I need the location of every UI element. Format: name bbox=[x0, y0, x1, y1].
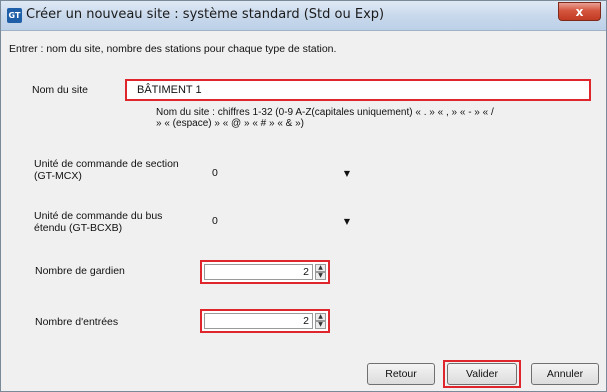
spin-up-icon[interactable]: ▲ bbox=[315, 313, 326, 321]
validate-button[interactable]: Valider bbox=[447, 363, 517, 385]
site-name-hint-line2: » « (espace) » « @ » « # » « & ») bbox=[156, 118, 305, 129]
section-unit-value: 0 bbox=[212, 167, 218, 179]
spin-down-icon[interactable]: ▼ bbox=[315, 272, 326, 280]
section-unit-select[interactable]: 0 ▼ bbox=[206, 163, 356, 183]
guards-spinbox: 2 ▲ ▼ bbox=[200, 260, 330, 284]
site-name-hint: Nom du site : chiffres 1-32 (0-9 A-Z(cap… bbox=[156, 107, 494, 129]
site-name-label: Nom du site bbox=[32, 84, 89, 96]
spin-down-icon[interactable]: ▼ bbox=[315, 321, 326, 329]
spin-up-icon[interactable]: ▲ bbox=[315, 264, 326, 272]
chevron-down-icon: ▼ bbox=[343, 169, 350, 178]
bus-unit-label-line1: Unité de commande du bus bbox=[34, 210, 163, 222]
site-name-hint-line1: Nom du site : chiffres 1-32 (0-9 A-Z(cap… bbox=[156, 107, 494, 118]
chevron-down-icon: ▼ bbox=[343, 217, 350, 226]
cancel-button[interactable]: Annuler bbox=[531, 363, 599, 385]
entrances-input[interactable]: 2 bbox=[204, 313, 313, 329]
instruction-text: Entrer : nom du site, nombre des station… bbox=[9, 43, 337, 55]
back-button[interactable]: Retour bbox=[367, 363, 435, 385]
window-title: Créer un nouveau site : système standard… bbox=[26, 7, 385, 22]
section-unit-label-line2: (GT-MCX) bbox=[34, 170, 82, 182]
guards-input[interactable]: 2 bbox=[204, 264, 313, 280]
entrances-label: Nombre d'entrées bbox=[35, 316, 119, 328]
bus-unit-label-line2: étendu (GT-BCXB) bbox=[34, 222, 123, 234]
bus-unit-label: Unité de commande du bus étendu (GT-BCXB… bbox=[34, 210, 162, 234]
close-button[interactable]: x bbox=[558, 2, 601, 21]
bus-unit-value: 0 bbox=[212, 215, 218, 227]
guards-spin-buttons: ▲ ▼ bbox=[315, 264, 326, 280]
entrances-spinbox: 2 ▲ ▼ bbox=[200, 309, 330, 333]
app-icon: GT bbox=[7, 8, 22, 23]
section-unit-label: Unité de commande de section (GT-MCX) bbox=[34, 158, 179, 182]
section-unit-label-line1: Unité de commande de section bbox=[34, 158, 179, 170]
entrances-spin-buttons: ▲ ▼ bbox=[315, 313, 326, 329]
title-bar[interactable]: GT Créer un nouveau site : système stand… bbox=[1, 1, 606, 31]
guards-label: Nombre de gardien bbox=[35, 265, 125, 277]
site-name-input[interactable]: BÂTIMENT 1 bbox=[125, 79, 591, 101]
dialog-window: GT Créer un nouveau site : système stand… bbox=[0, 0, 607, 392]
bus-unit-select[interactable]: 0 ▼ bbox=[206, 211, 356, 231]
